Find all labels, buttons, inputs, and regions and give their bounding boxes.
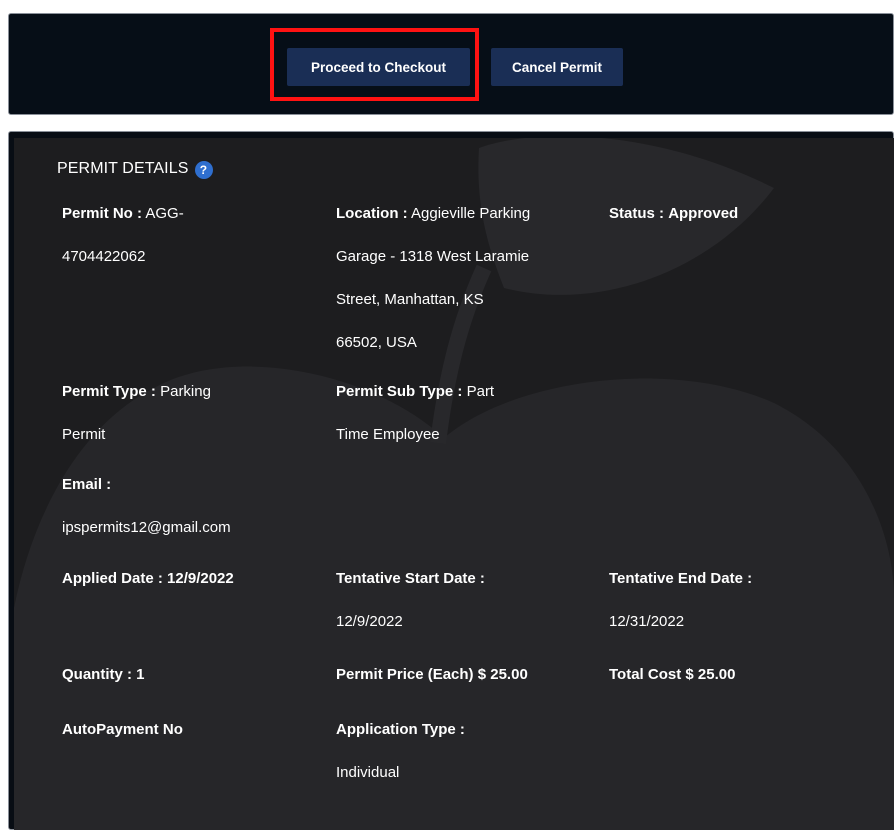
applied-date-label: Applied Date :	[62, 570, 163, 587]
permit-type-label: Permit Type :	[62, 383, 156, 400]
permit-sub-type-value-2: Time Employee	[336, 426, 440, 443]
proceed-to-checkout-button[interactable]: Proceed to Checkout	[287, 48, 470, 86]
permit-type-value-1: Parking	[160, 383, 211, 400]
application-type-field: Application Type : Individual	[336, 708, 586, 794]
location-value-4: 66502, USA	[336, 334, 417, 351]
tentative-end-label: Tentative End Date :	[609, 570, 753, 587]
permit-details-title: PERMIT DETAILS ?	[57, 159, 213, 179]
status-value: Approved	[668, 205, 739, 222]
applied-date-field: Applied Date : 12/9/2022	[62, 557, 297, 600]
location-field: Location : Aggieville Parking Garage - 1…	[336, 192, 586, 364]
email-field: Email : ipspermits12@gmail.com	[62, 463, 297, 549]
question-circle-icon[interactable]: ?	[194, 161, 213, 179]
location-value-1: Aggieville Parking	[411, 205, 531, 222]
tentative-end-value: 12/31/2022	[609, 613, 685, 630]
email-value: ipspermits12@gmail.com	[62, 519, 231, 536]
tentative-end-field: Tentative End Date : 12/31/2022	[609, 557, 879, 643]
permit-price-value: 25.00	[490, 666, 528, 683]
autopayment-field: AutoPayment No	[62, 708, 297, 751]
location-value-2: Garage - 1318 West Laramie	[336, 248, 530, 265]
tentative-start-label: Tentative Start Date :	[336, 570, 485, 587]
applied-date-value: 12/9/2022	[167, 570, 234, 587]
location-label: Location :	[336, 205, 408, 222]
permit-details-heading: PERMIT DETAILS	[57, 160, 189, 177]
permit-sub-type-label: Permit Sub Type :	[336, 383, 463, 400]
total-cost-label: Total Cost $	[609, 666, 694, 683]
permit-no-label: Permit No :	[62, 205, 143, 222]
permit-type-value-2: Permit	[62, 426, 106, 443]
autopayment-label: AutoPayment	[62, 721, 159, 738]
tentative-start-value: 12/9/2022	[336, 613, 403, 630]
total-cost-field: Total Cost $ 25.00	[609, 653, 879, 696]
permit-sub-type-value-1: Part	[466, 383, 495, 400]
cancel-permit-button[interactable]: Cancel Permit	[491, 48, 623, 86]
location-value-3: Street, Manhattan, KS	[336, 291, 484, 308]
permit-no-value-2: 4704422062	[62, 248, 146, 265]
application-type-label: Application Type :	[336, 721, 465, 738]
permit-no-value-1: AGG-	[145, 205, 184, 222]
permit-price-field: Permit Price (Each) $ 25.00	[336, 653, 586, 696]
autopayment-value: No	[162, 721, 183, 738]
application-type-value: Individual	[336, 764, 400, 781]
quantity-label: Quantity :	[62, 666, 132, 683]
status-label: Status :	[609, 205, 665, 222]
quantity-value: 1	[136, 666, 145, 683]
permit-sub-type-field: Permit Sub Type : Part Time Employee	[336, 370, 586, 456]
status-field: Status : Approved	[609, 192, 879, 235]
quantity-field: Quantity : 1	[62, 653, 297, 696]
tentative-start-field: Tentative Start Date : 12/9/2022	[336, 557, 586, 643]
total-cost-value: 25.00	[697, 666, 736, 683]
permit-price-label: Permit Price (Each) $	[336, 666, 487, 683]
email-label: Email :	[62, 476, 112, 493]
permit-type-field: Permit Type : Parking Permit	[62, 370, 297, 456]
permit-no-field: Permit No : AGG- 4704422062	[62, 192, 297, 278]
